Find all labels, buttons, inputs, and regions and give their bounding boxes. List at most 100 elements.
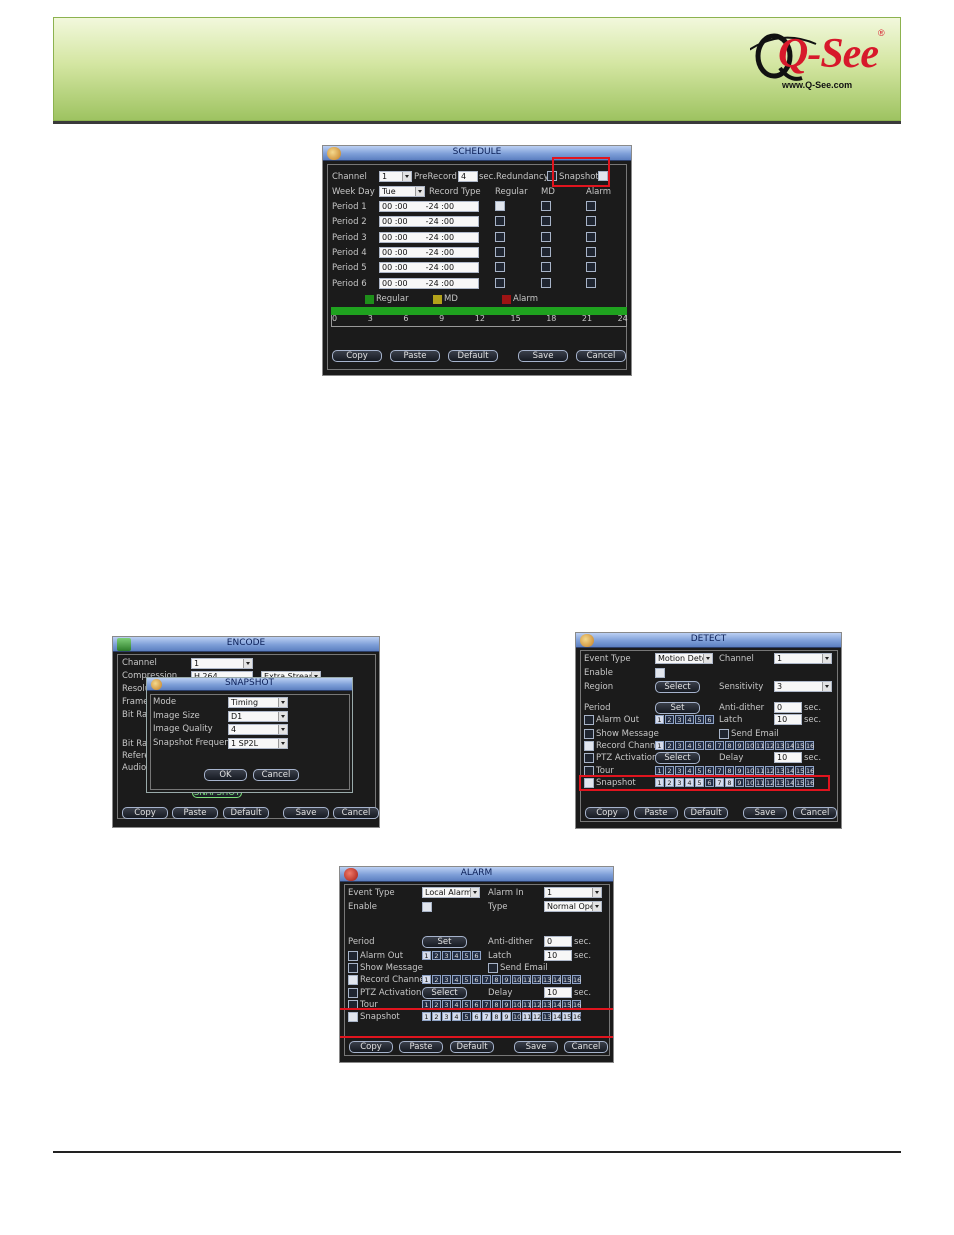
ptz-select-button[interactable]: Select [655, 752, 700, 764]
record-channel-11[interactable]: 11 [755, 741, 764, 750]
record-channel-5[interactable]: 5 [695, 741, 704, 750]
record-channel-13[interactable]: 13 [542, 975, 551, 984]
detect-copy-button[interactable]: Copy [585, 807, 629, 819]
record-channel-8[interactable]: 8 [492, 975, 501, 984]
period-time-input[interactable]: 00 :00 -24 :00 [379, 216, 479, 228]
schedule-paste-button[interactable]: Paste [390, 350, 440, 362]
alarm-out-channel-5[interactable]: 5 [695, 715, 704, 724]
alarm-cancel-button[interactable]: Cancel [564, 1041, 608, 1053]
tour-channel-7[interactable]: 7 [715, 766, 724, 775]
alarm-out-channel-2[interactable]: 2 [665, 715, 674, 724]
encode-paste-button[interactable]: Paste [172, 807, 218, 819]
show-message-checkbox[interactable] [584, 729, 594, 739]
ptz-select-button[interactable]: Select [422, 987, 467, 999]
regular-checkbox[interactable] [495, 277, 505, 288]
tour-channel-13[interactable]: 13 [775, 766, 784, 775]
record-channel-10[interactable]: 10 [512, 975, 521, 984]
record-channel-checkbox[interactable] [348, 975, 358, 985]
alarm-out-channel-4[interactable]: 4 [685, 715, 694, 724]
alarm-out-channel-1[interactable]: 1 [422, 951, 431, 960]
md-checkbox[interactable] [541, 246, 551, 257]
tour-channel-16[interactable]: 16 [805, 766, 814, 775]
schedule-copy-button[interactable]: Copy [332, 350, 382, 362]
alarm-checkbox[interactable] [586, 216, 596, 227]
record-channel-16[interactable]: 16 [805, 741, 814, 750]
period-time-input[interactable]: 00 :00 -24 :00 [379, 262, 479, 274]
record-channel-15[interactable]: 15 [795, 741, 804, 750]
encode-copy-button[interactable]: Copy [122, 807, 168, 819]
antidither-input[interactable]: 0 [774, 702, 802, 713]
record-channel-2[interactable]: 2 [665, 741, 674, 750]
record-channel-5[interactable]: 5 [462, 975, 471, 984]
schedule-default-button[interactable]: Default [448, 350, 498, 362]
channel-select[interactable]: 1 [379, 171, 412, 182]
delay-input[interactable]: 10 [774, 752, 802, 763]
detect-save-button[interactable]: Save [743, 807, 787, 819]
schedule-cancel-button[interactable]: Cancel [576, 350, 626, 362]
detect-default-button[interactable]: Default [684, 807, 728, 819]
alarm-checkbox[interactable] [586, 201, 596, 211]
alarm-out-channel-3[interactable]: 3 [442, 951, 451, 960]
tour-channel-9[interactable]: 9 [735, 766, 744, 775]
channel-select[interactable]: 1 [544, 887, 602, 898]
alarm-checkbox[interactable] [586, 246, 596, 257]
alarm-save-button[interactable]: Save [514, 1041, 558, 1053]
event-type-select[interactable]: Local Alarm [422, 887, 480, 898]
channel-select[interactable]: 1 [774, 653, 832, 664]
alarm-out-channel-4[interactable]: 4 [452, 951, 461, 960]
alarm-default-button[interactable]: Default [450, 1041, 494, 1053]
tour-channel-4[interactable]: 4 [685, 766, 694, 775]
alarm-checkbox[interactable] [586, 231, 596, 242]
record-channel-6[interactable]: 6 [705, 741, 714, 750]
encode-cancel-button[interactable]: Cancel [333, 807, 379, 819]
alarm-out-channel-3[interactable]: 3 [675, 715, 684, 724]
antidither-input[interactable]: 0 [544, 936, 572, 947]
period-time-input[interactable]: 00 :00 -24 :00 [379, 246, 479, 258]
record-channel-13[interactable]: 13 [775, 741, 784, 750]
record-channel-14[interactable]: 14 [785, 741, 794, 750]
dialog-cancel-button[interactable]: Cancel [253, 769, 299, 781]
snapshot-setting-select[interactable]: 1 SP2L [228, 737, 288, 749]
period-set-button[interactable]: Set [655, 702, 700, 714]
regular-checkbox[interactable] [495, 231, 505, 242]
alarm-out-channel-6[interactable]: 6 [705, 715, 714, 724]
alarm-out-channel-1[interactable]: 1 [655, 715, 664, 724]
prerecord-input[interactable]: 4 [458, 171, 478, 182]
tour-channel-5[interactable]: 5 [695, 766, 704, 775]
schedule-save-button[interactable]: Save [518, 350, 568, 362]
encode-channel-select[interactable]: 1 [191, 658, 253, 669]
record-channel-1[interactable]: 1 [422, 975, 431, 984]
record-channel-3[interactable]: 3 [675, 741, 684, 750]
ok-button[interactable]: OK [204, 769, 247, 781]
ptz-checkbox[interactable] [348, 988, 358, 998]
regular-checkbox[interactable] [495, 262, 505, 273]
sensitivity-select[interactable]: 3 [774, 681, 832, 692]
record-channel-10[interactable]: 10 [745, 741, 754, 750]
alarm-out-checkbox[interactable] [348, 951, 358, 961]
record-channel-7[interactable]: 7 [715, 741, 724, 750]
tour-channel-2[interactable]: 2 [665, 766, 674, 775]
record-channel-2[interactable]: 2 [432, 975, 441, 984]
enable-checkbox[interactable] [655, 668, 665, 678]
alarm-out-channel-5[interactable]: 5 [462, 951, 471, 960]
tour-channel-3[interactable]: 3 [675, 766, 684, 775]
latch-input[interactable]: 10 [774, 714, 802, 725]
ptz-checkbox[interactable] [584, 753, 594, 763]
record-channel-12[interactable]: 12 [765, 741, 774, 750]
encode-save-button[interactable]: Save [283, 807, 329, 819]
alarm-out-checkbox[interactable] [584, 715, 594, 725]
md-checkbox[interactable] [541, 277, 551, 288]
region-select-button[interactable]: Select [655, 681, 700, 693]
alarm-paste-button[interactable]: Paste [399, 1041, 443, 1053]
md-checkbox[interactable] [541, 262, 551, 273]
record-channel-16[interactable]: 16 [572, 975, 581, 984]
record-channel-14[interactable]: 14 [552, 975, 561, 984]
tour-channel-14[interactable]: 14 [785, 766, 794, 775]
alarm-checkbox[interactable] [586, 277, 596, 288]
alarm-out-channel-2[interactable]: 2 [432, 951, 441, 960]
snapshot-setting-select[interactable]: Timing [228, 697, 288, 708]
period-time-input[interactable]: 00 :00 -24 :00 [379, 201, 479, 212]
alarm-checkbox[interactable] [586, 262, 596, 273]
enable-checkbox[interactable] [422, 902, 432, 912]
tour-channel-15[interactable]: 15 [795, 766, 804, 775]
